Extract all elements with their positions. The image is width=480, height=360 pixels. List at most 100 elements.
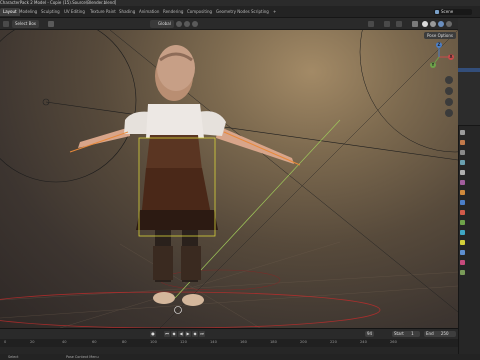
rig-ring-left[interactable] [0,30,137,183]
tab-sculpting[interactable]: Sculpting [38,8,63,16]
workspace-tabs: Layout Modeling Sculpting UV Editing Tex… [0,6,480,18]
gizmo-toggle-icon[interactable] [384,21,390,27]
ruler-tick: 200 [300,340,307,344]
overlays-icon[interactable] [396,21,402,27]
ruler-tick: 180 [270,340,277,344]
left-boot [153,246,173,280]
output-properties-icon[interactable] [460,150,465,155]
ruler-tick: 240 [360,340,367,344]
rendered-shading-icon[interactable] [438,21,444,27]
world-properties-icon[interactable] [460,180,465,185]
material-properties-icon[interactable] [460,260,465,265]
tab-compositing[interactable]: Compositing [184,8,215,16]
pivot-icon[interactable] [176,21,182,27]
data-properties-icon[interactable] [460,240,465,245]
3d-viewport[interactable]: Pose Options X Z Y [0,30,458,328]
perspective-toggle-icon[interactable] [445,109,453,117]
editor-type-icon[interactable] [3,21,9,27]
current-frame-field[interactable]: 94 [365,331,375,337]
visibility-icon[interactable] [368,21,374,27]
pan-hand-icon[interactable] [445,87,453,95]
left-foot [153,292,175,304]
next-keyframe-icon[interactable]: ◆ [192,331,198,337]
solid-shading-icon[interactable] [422,21,428,27]
tool-properties-icon[interactable] [460,130,465,135]
mode-icon[interactable] [48,21,54,27]
ruler-tick: 40 [62,340,67,344]
tab-uv-editing[interactable]: UV Editing [61,8,88,16]
scene-render [0,30,458,328]
rig-line [159,30,458,328]
frame-ruler[interactable]: 0 20 40 60 80 100 120 140 160 180 200 22… [0,339,458,347]
foot-control-ring[interactable] [159,269,281,291]
end-frame-field[interactable]: End 250 [424,331,456,337]
particles-icon[interactable] [460,210,465,215]
modifier-properties-icon[interactable] [460,200,465,205]
ruler-tick: 220 [330,340,337,344]
scene-properties-icon[interactable] [460,170,465,175]
hair [157,45,195,91]
left-arm-bone[interactable] [69,131,129,153]
start-frame-value: 1 [411,331,414,336]
start-frame-field[interactable]: Start 1 [392,331,420,337]
texture-properties-icon[interactable] [460,270,465,275]
constraints-icon[interactable] [460,230,465,235]
jump-start-icon[interactable]: ⏮ [164,331,170,337]
ruler-tick: 140 [210,340,217,344]
end-frame-value: 250 [440,331,449,336]
proportional-edit-icon[interactable] [192,21,198,27]
play-reverse-icon[interactable]: ◀ [178,331,184,337]
tab-animation[interactable]: Animation [136,8,162,16]
gizmo-y-label: Y [431,62,435,67]
zoom-icon[interactable] [445,76,453,84]
camera-view-icon[interactable] [445,98,453,106]
character-model[interactable] [78,45,294,306]
ruler-tick: 120 [180,340,187,344]
play-icon[interactable]: ▶ [185,331,191,337]
gizmo-x-label: X [449,54,453,59]
material-shading-icon[interactable] [430,21,436,27]
start-frame-label: Start [394,331,404,336]
tab-texture-paint[interactable]: Texture Paint [87,8,119,16]
tab-geometry-nodes[interactable]: Geometry Nodes [213,8,253,16]
playback-controls: ● ⏮ ◆ ◀ ▶ ◆ ⏭ 94 Start 1 End 250 [0,329,458,339]
end-frame-label: End [426,331,434,336]
object-properties-icon[interactable] [460,190,465,195]
right-arm-bone[interactable] [223,131,301,166]
pose-options-button[interactable]: Pose Options [424,32,456,39]
snap-icon[interactable] [184,21,190,27]
gizmo-z-label: Z [437,42,441,47]
shading-options-icon[interactable] [446,21,452,27]
status-bar: Select Pose Context Menu [0,354,480,360]
tab-scripting[interactable]: Scripting [248,8,272,16]
bone-properties-icon[interactable] [460,250,465,255]
outliner-selected-row[interactable] [458,68,480,72]
ruler-tick: 20 [30,340,35,344]
physics-icon[interactable] [460,220,465,225]
prev-keyframe-icon[interactable]: ◆ [171,331,177,337]
view-layer-icon[interactable] [460,160,465,165]
left-sleeve [124,111,150,134]
tab-rendering[interactable]: Rendering [160,8,186,16]
scene-selector[interactable]: Scene [434,9,472,15]
skirt-hem [136,210,218,230]
transform-orientation-label: Global [158,21,171,26]
jump-end-icon[interactable]: ⏭ [199,331,205,337]
xray-icon[interactable] [412,21,418,27]
transform-orientation-dropdown[interactable]: Global [150,20,174,28]
keyframe-record-icon[interactable]: ● [150,331,156,337]
outliner[interactable] [458,18,480,126]
select-box-dropdown[interactable]: Select Box [12,20,40,28]
scene-icon [435,10,439,14]
ruler-tick: 60 [92,340,97,344]
corset [146,135,202,170]
ruler-tick: 100 [150,340,157,344]
ruler-tick: 80 [122,340,127,344]
status-context-menu-hint: Pose Context Menu [66,355,99,359]
rig-line [45,101,458,161]
add-workspace-button[interactable]: + [270,8,279,16]
tab-shading[interactable]: Shading [116,8,138,16]
tab-modeling[interactable]: Modeling [16,8,40,16]
ruler-tick: 160 [240,340,247,344]
render-properties-icon[interactable] [460,140,465,145]
